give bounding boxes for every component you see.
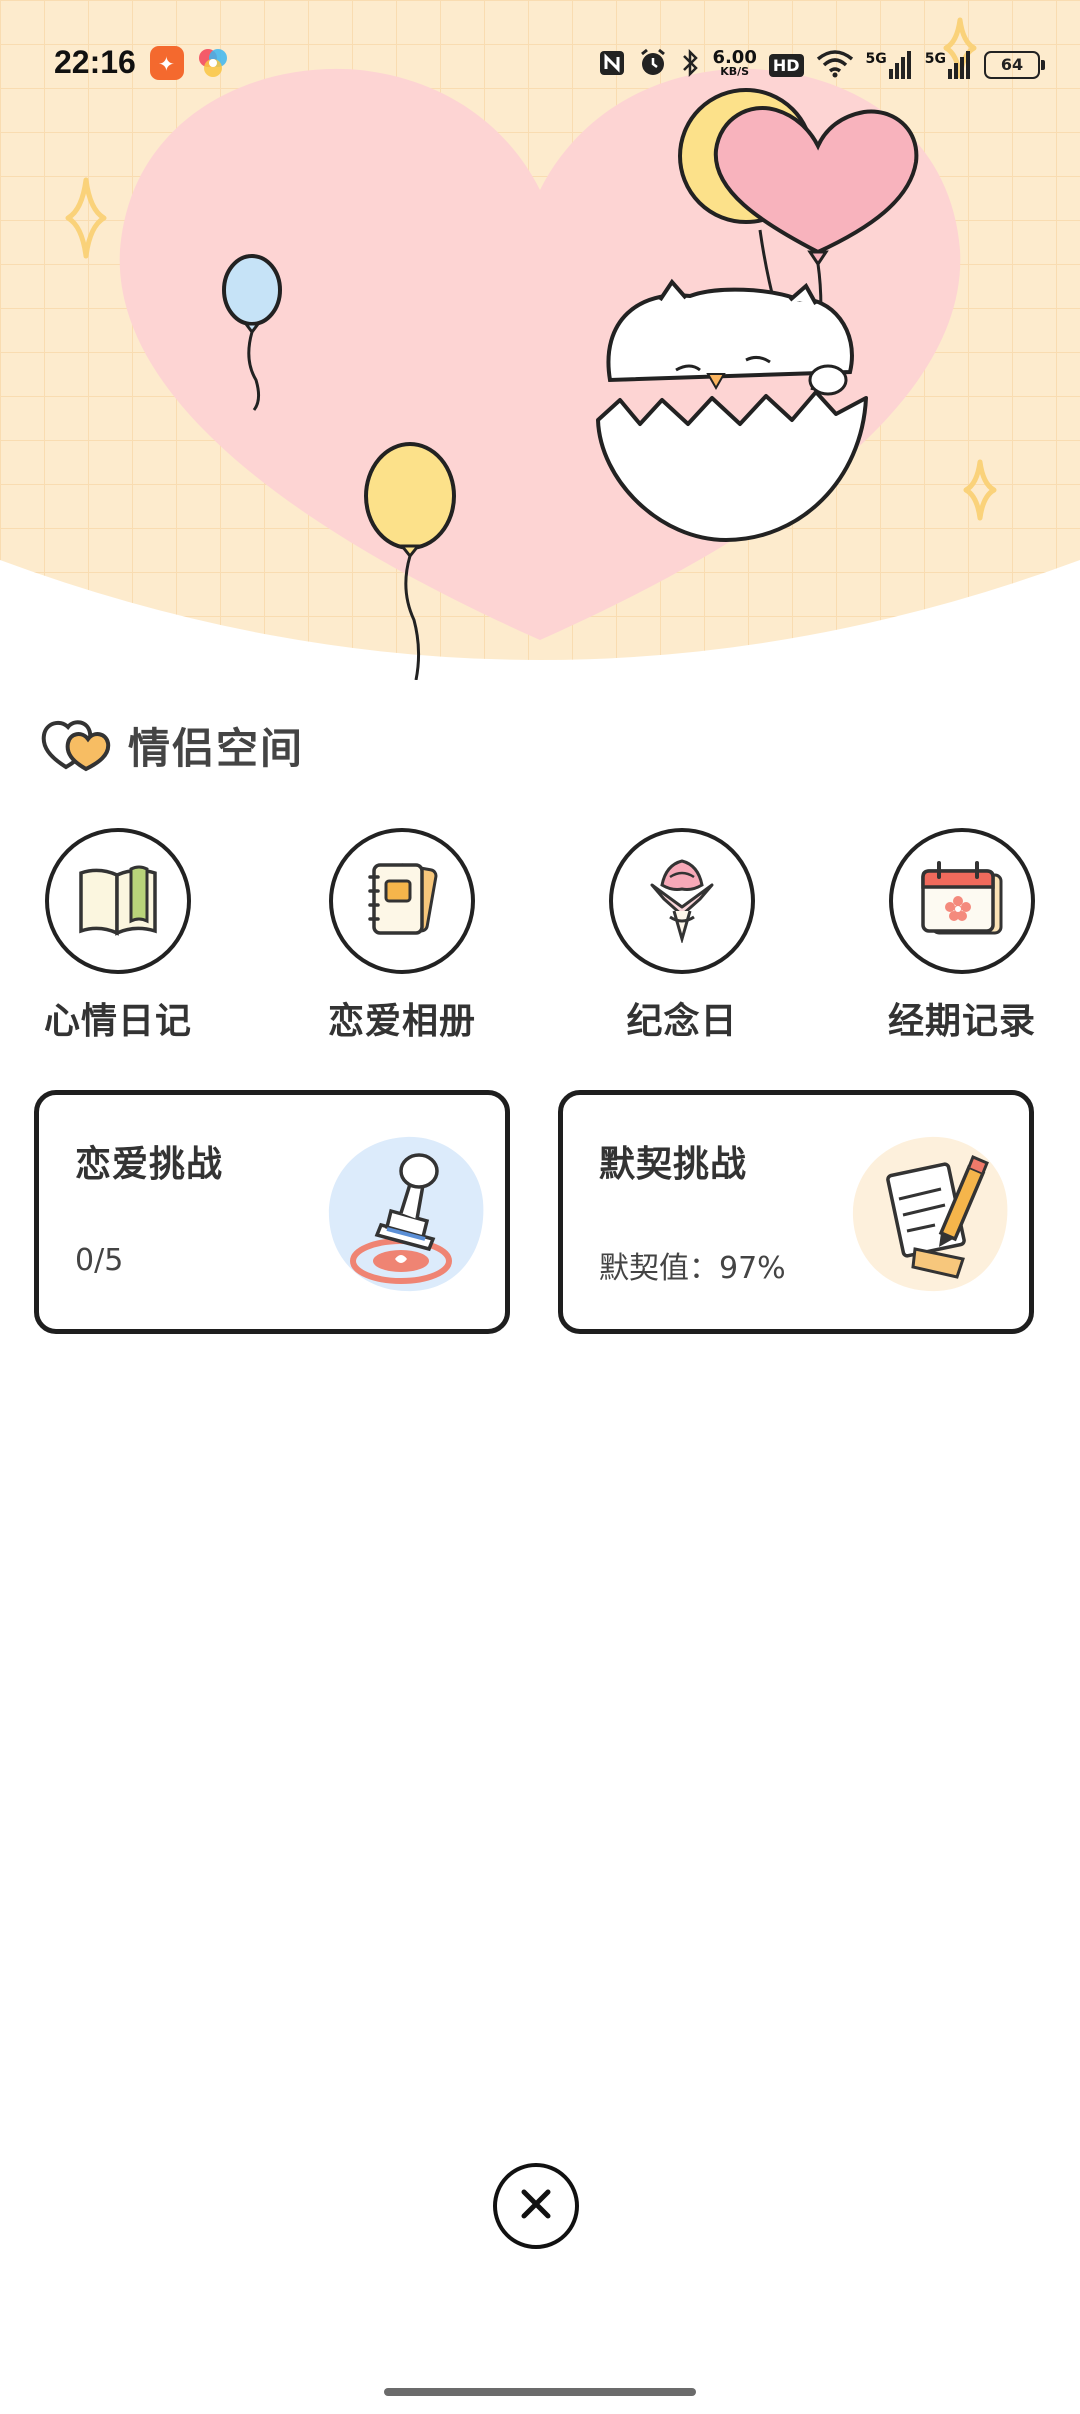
wifi-icon: [816, 48, 854, 82]
card-tacit-value: 默契值：97%: [599, 1251, 786, 1286]
card-progress: 0/5: [75, 1243, 124, 1278]
app-orange-icon: ✦: [150, 46, 184, 80]
photo-album-icon: [362, 857, 442, 945]
card-title: 恋爱挑战: [75, 1144, 224, 1185]
app-colorful-icon: [196, 46, 230, 80]
note-pencil-icon: [845, 1129, 1015, 1299]
status-time: 22:16: [54, 44, 136, 80]
feature-circle: [329, 828, 475, 974]
feature-circle: [889, 828, 1035, 974]
diary-book-icon: [75, 859, 161, 943]
tacit-challenge-card[interactable]: 默契挑战 默契值：97%: [558, 1090, 1034, 1334]
feature-mood-diary[interactable]: 心情日记: [8, 828, 228, 1044]
bluetooth-icon: [680, 48, 700, 82]
feature-circle: [609, 828, 755, 974]
feature-period-record[interactable]: 经期记录: [852, 828, 1072, 1044]
love-challenge-card[interactable]: 恋爱挑战 0/5: [34, 1090, 510, 1334]
stamp-icon: [321, 1129, 491, 1299]
hd-badge: HD: [768, 53, 804, 77]
network-speed-value: 6.00: [712, 47, 757, 68]
signal-icon: 5G: [866, 51, 913, 79]
alarm-icon: [638, 48, 668, 82]
home-indicator[interactable]: [384, 2388, 696, 2396]
close-button[interactable]: [493, 2163, 579, 2249]
feature-grid: 心情日记 恋爱相册 纪念日 经期记录: [0, 828, 1080, 1048]
feature-love-album[interactable]: 恋爱相册: [292, 828, 512, 1044]
network-speed: 6.00 KB/S: [712, 47, 757, 79]
section-title: 情侣空间: [128, 723, 305, 773]
section-header: 情侣空间: [40, 710, 304, 780]
feature-label: 恋爱相册: [327, 1001, 476, 1042]
nfc-icon: [598, 49, 626, 81]
feature-anniversary[interactable]: 纪念日: [572, 828, 792, 1044]
feature-label: 纪念日: [626, 1001, 738, 1042]
feature-circle: [45, 828, 191, 974]
feature-label: 经期记录: [887, 1001, 1036, 1042]
signal-1-label: 5G: [865, 51, 887, 67]
calendar-flower-icon: [917, 859, 1007, 943]
battery-icon: 64: [984, 51, 1045, 79]
close-icon: [516, 2184, 556, 2228]
status-bar: 22:16 ✦ 6.00 KB/S HD 5G 5G 64: [0, 0, 1080, 130]
status-icons: 6.00 KB/S HD 5G 5G 64: [598, 40, 1045, 90]
card-title: 默契挑战: [599, 1144, 748, 1185]
double-heart-icon: [40, 713, 112, 777]
feature-label: 心情日记: [43, 1001, 192, 1042]
signal-icon-2: 5G: [925, 51, 972, 79]
bouquet-icon: [644, 855, 720, 947]
signal-2-label: 5G: [924, 51, 946, 67]
